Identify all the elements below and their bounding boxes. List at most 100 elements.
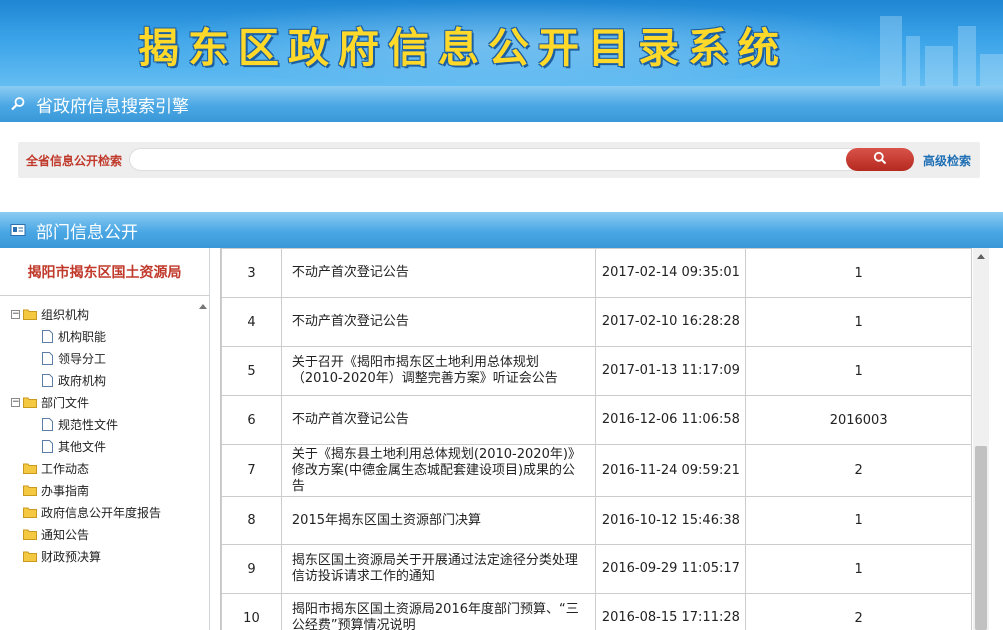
row-doc-number: 2 xyxy=(745,593,972,630)
category-tree: − 组织机构 机构职能 领导分工 政府机构 − 部门文件 规范性文件 其他文件 … xyxy=(0,300,196,630)
tree-node-notices[interactable]: 通知公告 xyxy=(23,524,89,544)
document-table: 3 不动产首次登记公告 2017-02-14 09:35:01 1 4 不动产首… xyxy=(221,248,972,630)
folder-icon xyxy=(23,506,37,518)
search-button[interactable] xyxy=(846,148,914,171)
tree-node-other-docs[interactable]: 其他文件 xyxy=(42,436,106,456)
row-date: 2016-09-29 11:05:17 xyxy=(595,544,747,594)
row-doc-number: 2016003 xyxy=(745,395,972,445)
search-label: 全省信息公开检索 xyxy=(26,154,123,168)
folder-icon xyxy=(23,550,37,562)
dept-sidebar: 揭阳市揭东区国土资源局 − 组织机构 机构职能 领导分工 政府机构 − 部门文件… xyxy=(0,248,210,630)
document-icon xyxy=(42,373,53,387)
row-date: 2016-08-15 17:11:28 xyxy=(595,593,747,630)
tree-node-label: 组织机构 xyxy=(41,307,90,322)
folder-icon xyxy=(23,462,37,474)
banner-building xyxy=(980,54,1003,86)
row-number: 10 xyxy=(221,593,282,630)
dept-section-header: 部门信息公开 xyxy=(0,212,1003,248)
banner-building xyxy=(880,16,902,86)
tree-node-label: 规范性文件 xyxy=(58,417,119,432)
tree-node-work-news[interactable]: 工作动态 xyxy=(23,458,89,478)
row-title-link[interactable]: 不动产首次登记公告 xyxy=(280,248,597,298)
banner-building xyxy=(958,26,976,86)
tree-node-label: 政府信息公开年度报告 xyxy=(41,505,162,520)
banner: 揭东区政府信息公开目录系统 xyxy=(0,0,1003,86)
tree-scrollbar[interactable] xyxy=(197,300,209,630)
table-row[interactable]: 7 关于《揭东县土地利用总体规划(2010-2020年)》修改方案(中德金属生态… xyxy=(221,444,972,497)
folder-icon xyxy=(23,484,37,496)
folder-icon xyxy=(23,308,37,320)
row-title-link[interactable]: 揭东区国土资源局关于开展通过法定途径分类处理信访投诉请求工作的通知 xyxy=(280,544,597,594)
table-row[interactable]: 9 揭东区国土资源局关于开展通过法定途径分类处理信访投诉请求工作的通知 2016… xyxy=(221,544,972,594)
tree-node-label: 政府机构 xyxy=(58,373,107,388)
search-icon xyxy=(873,150,887,169)
table-row[interactable]: 6 不动产首次登记公告 2016-12-06 11:06:58 2016003 xyxy=(221,395,972,445)
row-title-link[interactable]: 2015年揭东区国土资源部门决算 xyxy=(280,496,597,545)
row-number: 7 xyxy=(221,444,282,497)
row-number: 8 xyxy=(221,496,282,545)
folder-icon xyxy=(23,396,37,408)
tree-node-label: 办事指南 xyxy=(41,483,90,498)
row-date: 2017-01-13 11:17:09 xyxy=(595,346,747,396)
row-title-link[interactable]: 不动产首次登记公告 xyxy=(280,297,597,347)
tree-node-functions[interactable]: 机构职能 xyxy=(42,326,106,346)
tree-node-leaders[interactable]: 领导分工 xyxy=(42,348,106,368)
row-doc-number: 1 xyxy=(745,297,972,347)
row-doc-number: 1 xyxy=(745,544,972,594)
row-doc-number: 1 xyxy=(745,496,972,545)
scrollbar-thumb[interactable] xyxy=(975,446,987,630)
tree-node-label: 部门文件 xyxy=(41,395,90,410)
table-row[interactable]: 8 2015年揭东区国土资源部门决算 2016-10-12 15:46:38 1 xyxy=(221,496,972,545)
row-number: 6 xyxy=(221,395,282,445)
banner-building xyxy=(925,46,953,86)
table-row[interactable]: 4 不动产首次登记公告 2017-02-10 16:28:28 1 xyxy=(221,297,972,347)
advanced-search-link[interactable]: 高级检索 xyxy=(923,152,971,169)
row-doc-number: 1 xyxy=(745,346,972,396)
tree-node-annual-report[interactable]: 政府信息公开年度报告 xyxy=(23,502,161,522)
row-date: 2016-10-12 15:46:38 xyxy=(595,496,747,545)
table-row[interactable]: 3 不动产首次登记公告 2017-02-14 09:35:01 1 xyxy=(221,248,972,298)
row-doc-number: 2 xyxy=(745,444,972,497)
search-input[interactable] xyxy=(129,148,863,171)
document-list: 3 不动产首次登记公告 2017-02-14 09:35:01 1 4 不动产首… xyxy=(220,248,972,630)
tree-node-budget[interactable]: 财政预决算 xyxy=(23,546,101,566)
document-icon xyxy=(42,329,53,343)
search-section-header: 省政府信息搜索引擎 xyxy=(0,86,1003,122)
magnifier-icon xyxy=(10,96,26,112)
tree-node-label: 通知公告 xyxy=(41,527,90,542)
row-number: 3 xyxy=(221,248,282,298)
id-card-icon xyxy=(10,222,26,238)
row-title-link[interactable]: 关于《揭东县土地利用总体规划(2010-2020年)》修改方案(中德金属生态城配… xyxy=(280,444,597,497)
collapse-toggle-icon[interactable]: − xyxy=(11,397,20,407)
tree-node-label: 机构职能 xyxy=(58,329,107,344)
row-number: 5 xyxy=(221,346,282,396)
scroll-up-arrow-icon[interactable] xyxy=(977,254,985,259)
scroll-up-arrow-icon[interactable] xyxy=(199,304,207,309)
table-row[interactable]: 5 关于召开《揭阳市揭东区土地利用总体规划（2010-2020年）调整完善方案》… xyxy=(221,346,972,396)
banner-building xyxy=(906,36,920,86)
tree-node-label: 工作动态 xyxy=(41,461,90,476)
page-title: 揭东区政府信息公开目录系统 xyxy=(138,24,788,72)
row-title-link[interactable]: 不动产首次登记公告 xyxy=(280,395,597,445)
row-title-link[interactable]: 揭阳市揭东区国土资源局2016年度部门预算、“三公经费”预算情况说明 xyxy=(280,593,597,630)
row-date: 2016-11-24 09:59:21 xyxy=(595,444,747,497)
row-date: 2017-02-14 09:35:01 xyxy=(595,248,747,298)
document-icon xyxy=(42,351,53,365)
document-icon xyxy=(42,417,53,431)
tree-node-dept-docs[interactable]: − 部门文件 xyxy=(11,392,89,412)
list-scrollbar[interactable] xyxy=(973,248,989,630)
row-number: 9 xyxy=(221,544,282,594)
row-doc-number: 1 xyxy=(745,248,972,298)
dept-name: 揭阳市揭东区国土资源局 xyxy=(0,248,209,296)
tree-node-label: 其他文件 xyxy=(58,439,107,454)
tree-node-gov-org[interactable]: 政府机构 xyxy=(42,370,106,390)
tree-node-label: 财政预决算 xyxy=(41,549,102,564)
tree-node-normative[interactable]: 规范性文件 xyxy=(42,414,118,434)
tree-node-org[interactable]: − 组织机构 xyxy=(11,304,89,324)
row-title-link[interactable]: 关于召开《揭阳市揭东区土地利用总体规划（2010-2020年）调整完善方案》听证… xyxy=(280,346,597,396)
table-row[interactable]: 10 揭阳市揭东区国土资源局2016年度部门预算、“三公经费”预算情况说明 20… xyxy=(221,593,972,630)
row-number: 4 xyxy=(221,297,282,347)
collapse-toggle-icon[interactable]: − xyxy=(11,309,20,319)
document-icon xyxy=(42,439,53,453)
tree-node-guide[interactable]: 办事指南 xyxy=(23,480,89,500)
